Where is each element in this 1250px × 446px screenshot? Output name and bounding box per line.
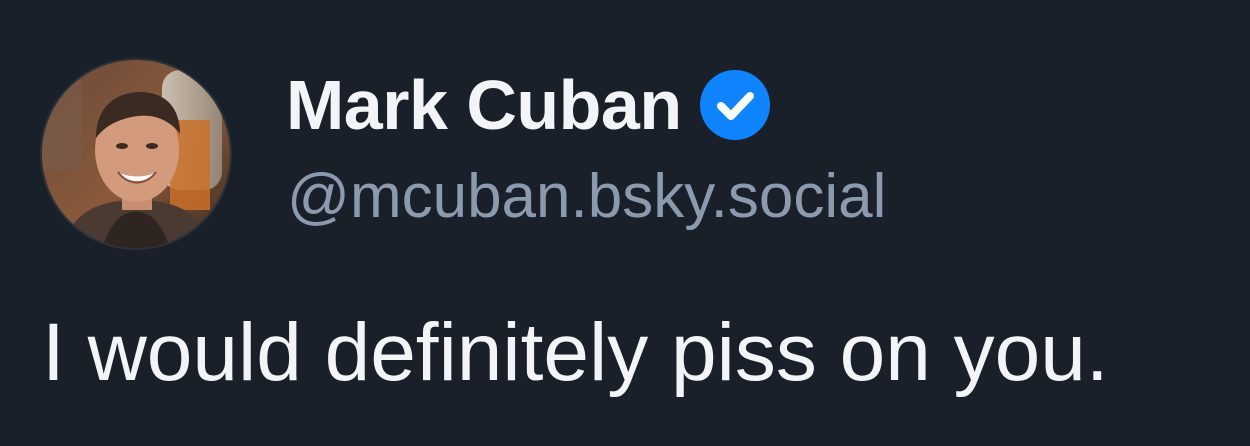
author-name-row: Mark Cuban (286, 62, 770, 148)
verified-badge-icon (699, 70, 770, 140)
avatar[interactable] (42, 60, 230, 248)
post-text: I would definitely piss on you. (42, 307, 1109, 398)
author-display-name[interactable]: Mark Cuban (286, 70, 682, 140)
author-handle[interactable]: @mcuban.bsky.social (287, 166, 886, 228)
post-card: Mark Cuban @mcuban.bsky.social I would d… (0, 0, 1250, 446)
avatar-photo (42, 60, 230, 248)
